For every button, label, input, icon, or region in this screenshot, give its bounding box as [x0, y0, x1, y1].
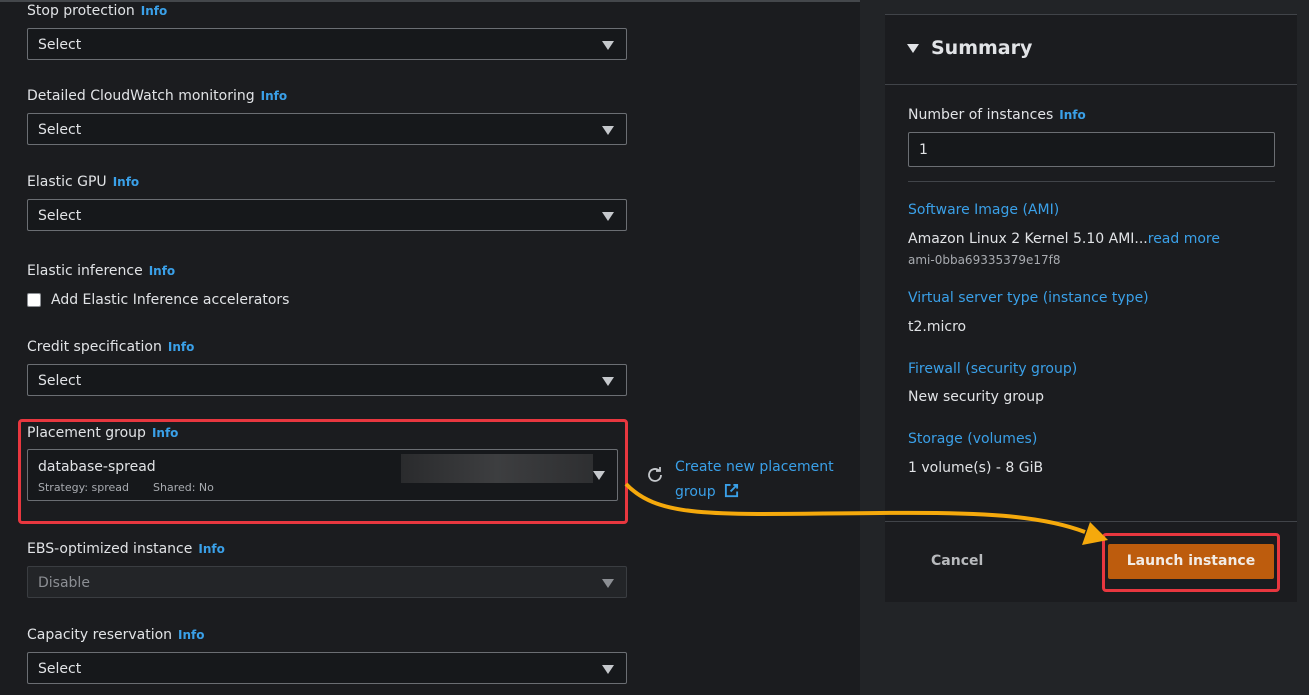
caret-down-icon — [602, 377, 614, 386]
select-value: Disable — [38, 575, 90, 591]
select-value: database-spread — [38, 459, 156, 475]
select-value: Select — [38, 37, 82, 53]
info-link[interactable]: Info — [261, 89, 287, 103]
capacity-reservation-label: Capacity reservation Info — [27, 627, 205, 643]
ebs-optimized-label: EBS-optimized instance Info — [27, 541, 225, 557]
caret-down-icon — [593, 471, 605, 480]
caret-down-icon — [602, 665, 614, 674]
caret-down-icon — [602, 126, 614, 135]
label-text: Capacity reservation — [27, 627, 173, 643]
capacity-reservation-select[interactable]: Select — [27, 652, 627, 684]
info-link[interactable]: Info — [198, 542, 224, 556]
storage-link[interactable]: Storage (volumes) — [908, 431, 1037, 447]
elastic-inference-checkbox[interactable] — [27, 293, 41, 307]
summary-title[interactable]: Summary — [931, 37, 1032, 59]
ami-text: Amazon Linux 2 Kernel 5.10 AMI... — [908, 231, 1148, 247]
divider — [885, 84, 1297, 85]
info-link[interactable]: Info — [1059, 108, 1085, 122]
launch-instance-button[interactable]: Launch instance — [1108, 544, 1274, 579]
placement-group-select[interactable]: database-spread Strategy: spread Shared:… — [27, 449, 618, 501]
label-text: Stop protection — [27, 3, 135, 19]
elastic-gpu-label: Elastic GPU Info — [27, 174, 139, 190]
ebs-optimized-select: Disable — [27, 566, 627, 598]
ami-value: Amazon Linux 2 Kernel 5.10 AMI...read mo… — [908, 231, 1220, 247]
label-text: Detailed CloudWatch monitoring — [27, 88, 255, 104]
label-text: Elastic GPU — [27, 174, 107, 190]
caret-down-icon — [602, 579, 614, 588]
info-link[interactable]: Info — [141, 4, 167, 18]
select-value: Select — [38, 208, 82, 224]
caret-down-icon — [602, 41, 614, 50]
info-link[interactable]: Info — [152, 426, 178, 440]
link-text[interactable]: Create new placement — [675, 459, 834, 475]
placement-group-label: Placement group Info — [27, 425, 178, 441]
instance-type-link[interactable]: Virtual server type (instance type) — [908, 290, 1149, 306]
firewall-value: New security group — [908, 389, 1044, 405]
blurred-region — [401, 454, 593, 483]
storage-value: 1 volume(s) - 8 GiB — [908, 460, 1044, 476]
instances-input[interactable]: 1 — [908, 132, 1275, 167]
ami-id: ami-0bba69335379e17f8 — [908, 253, 1061, 267]
label-text: EBS-optimized instance — [27, 541, 193, 557]
info-link[interactable]: Info — [149, 264, 175, 278]
credit-spec-select[interactable]: Select — [27, 364, 627, 396]
label-text: Credit specification — [27, 339, 162, 355]
info-link[interactable]: Info — [178, 628, 204, 642]
firewall-link[interactable]: Firewall (security group) — [908, 361, 1077, 377]
refresh-icon[interactable] — [645, 465, 665, 485]
label-text: Number of instances — [908, 107, 1054, 123]
select-value: Select — [38, 661, 82, 677]
instance-type-value: t2.micro — [908, 319, 967, 335]
strategy-text: Strategy: spread — [38, 481, 130, 494]
cloudwatch-select[interactable]: Select — [27, 113, 627, 145]
stop-protection-select[interactable]: Select — [27, 28, 627, 60]
checkbox-label[interactable]: Add Elastic Inference accelerators — [51, 292, 289, 308]
label-text: Elastic inference — [27, 263, 143, 279]
divider — [908, 181, 1275, 182]
divider — [885, 521, 1297, 522]
instances-label: Number of instances Info — [908, 107, 1086, 123]
read-more-link[interactable]: read more — [1148, 231, 1220, 247]
elastic-gpu-select[interactable]: Select — [27, 199, 627, 231]
link-text[interactable]: group — [675, 484, 716, 500]
credit-spec-label: Credit specification Info — [27, 339, 194, 355]
select-value: Select — [38, 122, 82, 138]
cloudwatch-label: Detailed CloudWatch monitoring Info — [27, 88, 287, 104]
elastic-inference-label: Elastic inference Info — [27, 263, 175, 279]
create-placement-group-link[interactable]: Create new placement group — [675, 455, 834, 505]
external-link-icon — [725, 483, 739, 498]
shared-text: Shared: No — [153, 481, 214, 494]
summary-panel: Summary Number of instances Info 1 Softwa… — [885, 14, 1297, 602]
label-text: Placement group — [27, 425, 146, 441]
input-value: 1 — [919, 142, 928, 158]
ami-link[interactable]: Software Image (AMI) — [908, 202, 1059, 218]
stop-protection-label: Stop protection Info — [27, 3, 167, 19]
select-value: Select — [38, 373, 82, 389]
info-link[interactable]: Info — [113, 175, 139, 189]
caret-down-icon — [602, 212, 614, 221]
cancel-button[interactable]: Cancel — [931, 553, 983, 569]
info-link[interactable]: Info — [168, 340, 194, 354]
collapse-caret-icon[interactable] — [907, 44, 919, 53]
